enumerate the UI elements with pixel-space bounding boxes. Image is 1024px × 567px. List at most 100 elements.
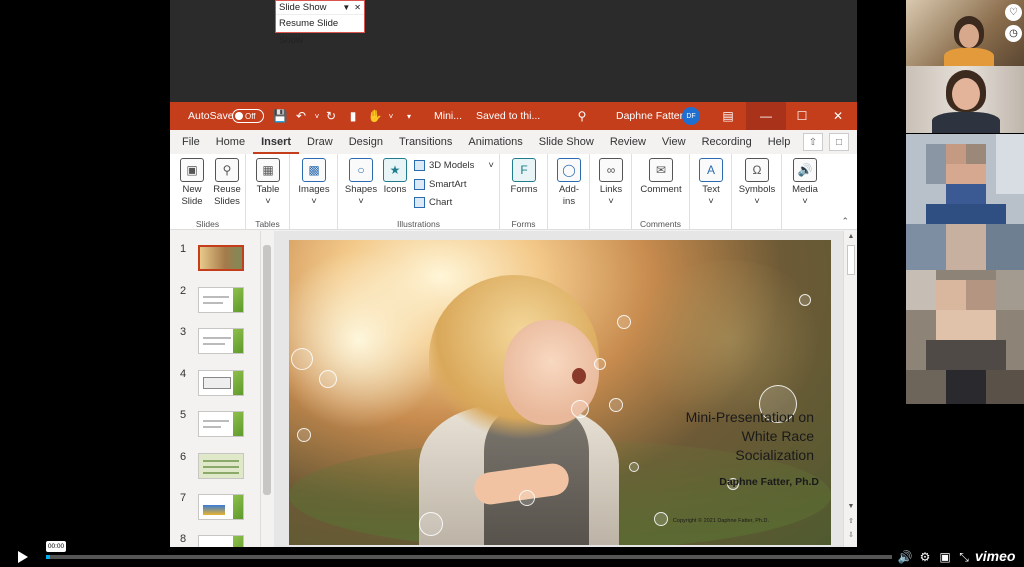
save-icon[interactable]: 💾 bbox=[273, 102, 288, 130]
speaker-icon: 🔊 bbox=[793, 158, 817, 182]
save-status[interactable]: Saved to thi... bbox=[476, 102, 540, 130]
tab-transitions[interactable]: Transitions bbox=[391, 130, 460, 154]
slide-copyright[interactable]: Copyright © 2021 Daphne Fatter, Ph.D. bbox=[673, 518, 769, 524]
tab-insert[interactable]: Insert bbox=[253, 130, 300, 154]
thumbnails-scrollbar[interactable] bbox=[260, 231, 272, 547]
share-icon[interactable]: ⇧ bbox=[803, 133, 823, 151]
search-icon[interactable]: ⚲ bbox=[575, 102, 589, 130]
volume-icon[interactable]: 🔊 bbox=[897, 549, 913, 565]
undo-icon[interactable]: ↶ bbox=[294, 102, 308, 130]
slide-thumbnails-pane: 1 2 3 4 5 6 7 8 bbox=[170, 231, 274, 547]
picture-in-picture-icon[interactable]: ▣ bbox=[937, 549, 953, 565]
play-icon[interactable] bbox=[18, 551, 28, 563]
ribbon-display-icon[interactable]: ▤ bbox=[708, 102, 748, 130]
addins-label-2: ins bbox=[562, 196, 576, 207]
slide-thumbnail-3[interactable] bbox=[198, 328, 244, 354]
touch-dropdown-icon[interactable]: ˅ bbox=[384, 102, 398, 130]
scroll-down-icon[interactable]: ▼ bbox=[844, 503, 857, 510]
tab-draw[interactable]: Draw bbox=[299, 130, 341, 154]
media-label: Media bbox=[792, 184, 818, 195]
tab-view[interactable]: View bbox=[654, 130, 694, 154]
reuse-slides-button[interactable]: ⚲ Reuse Slides bbox=[210, 158, 244, 208]
slide-thumbnail-7[interactable] bbox=[198, 494, 244, 520]
slide-thumbnail-5[interactable] bbox=[198, 411, 244, 437]
shapes-button[interactable]: ○ Shapes ˅ bbox=[344, 158, 378, 208]
resume-slideshow-button[interactable]: Resume Slide Show bbox=[276, 15, 364, 46]
smartart-button[interactable]: SmartArt bbox=[414, 179, 466, 190]
link-icon: ∞ bbox=[599, 158, 623, 182]
slide-title[interactable]: Mini-Presentation on White Race Socializ… bbox=[594, 408, 814, 465]
smartart-icon bbox=[414, 179, 425, 190]
scroll-up-icon[interactable]: ▲ bbox=[844, 233, 857, 240]
omega-icon: Ω bbox=[745, 158, 769, 182]
clock-icon[interactable]: ◷ bbox=[1005, 25, 1022, 42]
tab-file[interactable]: File bbox=[170, 130, 208, 154]
customize-toolbar-icon[interactable]: ▾ bbox=[402, 102, 416, 130]
slide-canvas[interactable]: Mini-Presentation on White Race Socializ… bbox=[289, 240, 831, 545]
editor-scrollbar[interactable]: ▲ ▼ ⇧ ⇩ bbox=[843, 231, 857, 547]
autosave-toggle[interactable]: Off bbox=[232, 109, 264, 123]
close-icon[interactable]: ✕ bbox=[354, 3, 361, 12]
tab-help[interactable]: Help bbox=[760, 130, 799, 154]
slide-title-line: Mini-Presentation on bbox=[685, 409, 814, 425]
previous-slide-icon[interactable]: ⇧ bbox=[844, 517, 857, 525]
new-slide-button[interactable]: ▣ New Slide bbox=[176, 158, 208, 208]
comment-button[interactable]: ✉ Comment bbox=[638, 158, 684, 196]
scrollbar-thumb[interactable] bbox=[263, 245, 271, 495]
settings-gear-icon[interactable]: ⚙ bbox=[917, 549, 933, 565]
thumb-number: 1 bbox=[180, 243, 187, 255]
slide-thumbnail-2[interactable] bbox=[198, 287, 244, 313]
next-slide-icon[interactable]: ⇩ bbox=[844, 531, 857, 539]
touch-mode-icon[interactable]: ✋ bbox=[368, 102, 383, 130]
tab-review[interactable]: Review bbox=[602, 130, 654, 154]
minimize-button[interactable]: — bbox=[746, 102, 786, 130]
images-button[interactable]: ▩ Images ˅ bbox=[296, 158, 332, 208]
group-label-forms: Forms bbox=[511, 219, 536, 229]
desktop-background bbox=[170, 0, 857, 102]
group-comments: ✉ Comment Comments bbox=[632, 154, 690, 230]
video-player: Slide Show ▼ ✕ Resume Slide Show AutoSav… bbox=[0, 0, 1024, 567]
heart-icon[interactable]: ♡ bbox=[1005, 4, 1022, 21]
user-name[interactable]: Daphne Fatter bbox=[616, 102, 683, 130]
slide-thumbnail-6[interactable] bbox=[198, 453, 244, 479]
user-avatar[interactable]: DF bbox=[682, 107, 700, 125]
player-controls: 00:00 🔊 ⚙ ▣ ⤡ vimeo bbox=[0, 541, 1024, 567]
slide-thumbnail-8[interactable] bbox=[198, 535, 244, 547]
close-button[interactable]: ✕ bbox=[818, 102, 857, 130]
child-mouth bbox=[572, 368, 586, 384]
chart-button[interactable]: Chart bbox=[414, 197, 452, 208]
slide-thumbnail-1[interactable] bbox=[198, 245, 244, 271]
undo-dropdown-icon[interactable]: ˅ bbox=[310, 102, 324, 130]
tab-design[interactable]: Design bbox=[341, 130, 391, 154]
maximize-button[interactable]: ☐ bbox=[782, 102, 822, 130]
progress-bar[interactable] bbox=[46, 555, 892, 559]
icons-button[interactable]: ★ Icons bbox=[380, 158, 410, 196]
symbols-button[interactable]: Ω Symbols ˅ bbox=[738, 158, 776, 208]
scrollbar-thumb[interactable] bbox=[847, 245, 855, 275]
text-button[interactable]: A Text ˅ bbox=[696, 158, 726, 208]
chevron-down-icon: ˅ bbox=[488, 160, 494, 171]
forms-button[interactable]: F Forms bbox=[506, 158, 542, 196]
addins-button[interactable]: ◯ Add- ins bbox=[554, 158, 584, 208]
links-button[interactable]: ∞ Links ˅ bbox=[596, 158, 626, 208]
dropdown-arrow-icon[interactable]: ▼ bbox=[342, 3, 350, 12]
tab-recording[interactable]: Recording bbox=[694, 130, 760, 154]
group-tables: ▦ Table ˅ Tables bbox=[246, 154, 290, 230]
collapse-ribbon-icon[interactable]: ⌃ bbox=[841, 216, 849, 227]
vimeo-logo[interactable]: vimeo bbox=[975, 548, 1015, 564]
table-button[interactable]: ▦ Table ˅ bbox=[252, 158, 284, 208]
media-button[interactable]: 🔊 Media ˅ bbox=[788, 158, 822, 208]
group-text: A Text ˅ bbox=[690, 154, 732, 230]
tab-slide-show[interactable]: Slide Show bbox=[531, 130, 602, 154]
slide-thumbnail-4[interactable] bbox=[198, 370, 244, 396]
comments-icon[interactable]: □ bbox=[829, 133, 849, 151]
tab-home[interactable]: Home bbox=[208, 130, 253, 154]
tab-animations[interactable]: Animations bbox=[460, 130, 530, 154]
fullscreen-icon[interactable]: ⤡ bbox=[956, 549, 972, 565]
thumb-number: 7 bbox=[180, 492, 187, 504]
redo-icon[interactable]: ↻ bbox=[324, 102, 338, 130]
table-icon: ▦ bbox=[256, 158, 280, 182]
slide-author[interactable]: Daphne Fatter, Ph.D bbox=[719, 476, 819, 488]
3d-models-button[interactable]: 3D Models ˅ bbox=[414, 160, 494, 171]
present-icon[interactable]: ▮ bbox=[346, 102, 360, 130]
